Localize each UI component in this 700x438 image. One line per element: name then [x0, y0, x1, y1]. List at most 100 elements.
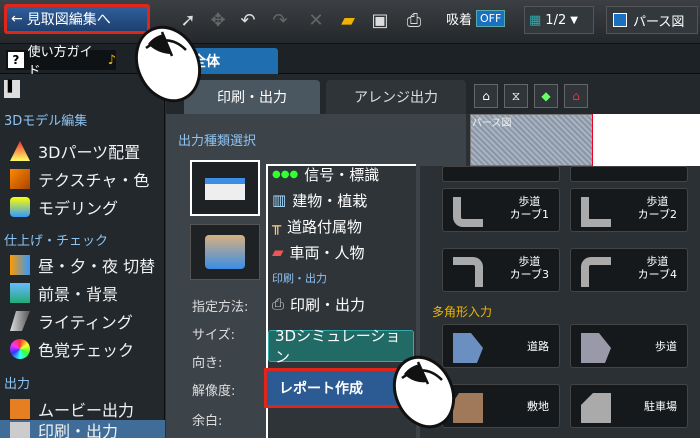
- sidebar-item-label: テクスチャ・色: [38, 171, 150, 190]
- output-type-label: 出力種類選択: [178, 134, 257, 149]
- light-icon: [10, 311, 30, 331]
- menu-item-label: 車両・人物: [289, 243, 365, 262]
- color-wheel-icon: [10, 339, 30, 359]
- usage-guide-button[interactable]: ? 使い方ガイド ♪: [6, 45, 116, 79]
- tile-label: 歩道 カーブ3: [509, 255, 549, 281]
- menu-item-print[interactable]: ⎙ 印刷・出力: [272, 292, 365, 316]
- field-orientation-label: 向き:: [192, 356, 223, 371]
- tile-label: 道路: [527, 340, 549, 353]
- sidebar-section-output: 出力: [4, 377, 31, 392]
- open-folder-icon[interactable]: ▰: [336, 8, 360, 32]
- sidewalk-curve1-tile[interactable]: 歩道 カーブ1: [442, 188, 560, 232]
- image-export-icon: [205, 235, 245, 269]
- daynight-icon: [10, 255, 30, 275]
- polygon-input-label: 多角形入力: [432, 305, 493, 319]
- background-icon: [10, 283, 30, 303]
- play-icon: [10, 399, 30, 419]
- delete-icon[interactable]: ✕: [304, 8, 328, 32]
- sidewalk-curve2-tile[interactable]: 歩道 カーブ2: [570, 188, 688, 232]
- sidebar-item-modeling[interactable]: モデリング: [10, 194, 118, 220]
- mouse-click-illustration-1: [134, 25, 202, 103]
- polygon-sidewalk-tile[interactable]: 歩道: [570, 324, 688, 368]
- help-icon: ?: [8, 52, 24, 68]
- sidebar-item-lighting[interactable]: ライティング: [10, 308, 133, 334]
- sidebar-item-3d-parts[interactable]: 3Dパーツ配置: [10, 138, 140, 164]
- polygon-parking-icon: [581, 393, 611, 423]
- menu-item-label: 建物・植栽: [292, 191, 368, 210]
- node-edit-icon[interactable]: ◆: [534, 84, 558, 108]
- snap-label: 吸着: [446, 13, 473, 28]
- redo-icon[interactable]: ↷: [268, 8, 292, 32]
- sidewalk-curve4-tile[interactable]: 歩道 カーブ4: [570, 248, 688, 292]
- road-tile-top-left[interactable]: [442, 166, 560, 182]
- arrow-left-icon: ←: [11, 11, 23, 27]
- perspective-label: パース図: [633, 14, 685, 30]
- save-icon[interactable]: ▣: [368, 8, 392, 32]
- sidebar-item-label: モデリング: [38, 199, 119, 218]
- menu-item-vehicles[interactable]: ▰ 車両・人物: [272, 240, 365, 264]
- road-tile-top-right[interactable]: [570, 166, 688, 182]
- report-button-label: レポート作成: [279, 381, 363, 397]
- move-icon[interactable]: ✥: [206, 8, 230, 32]
- perspective-preview-label: パース図: [472, 118, 512, 129]
- field-resolution-label: 解像度:: [192, 384, 236, 399]
- field-margin-label: 余白:: [192, 414, 223, 429]
- sidewalk-curve3-tile[interactable]: 歩道 カーブ3: [442, 248, 560, 292]
- chevron-down-icon: ▼: [570, 14, 578, 26]
- collapse-sidebar-icon[interactable]: ▌: [4, 80, 20, 98]
- tile-label: 歩道 カーブ4: [637, 255, 677, 281]
- sidebar-item-print[interactable]: 印刷・出力: [10, 422, 118, 438]
- output-printer-tile[interactable]: [190, 160, 260, 216]
- menu-section-output: 印刷・出力: [272, 272, 327, 285]
- sidebar-item-label: 前景・背景: [38, 285, 119, 304]
- undo-icon[interactable]: ↶: [236, 8, 260, 32]
- camera-view-icon[interactable]: ⌂: [474, 84, 498, 108]
- menu-item-buildings[interactable]: ▥ 建物・植栽: [272, 188, 367, 212]
- sidebar-item-color-check[interactable]: 色覚チェック: [10, 336, 134, 362]
- sidebar-item-label: 印刷・出力: [38, 422, 119, 438]
- back-button-label: 見取図編集へ: [26, 12, 111, 28]
- tab-print-label: 印刷・出力: [217, 90, 287, 106]
- field-size-label: サイズ:: [192, 328, 235, 343]
- snap-toggle[interactable]: 吸着 OFF: [446, 9, 506, 28]
- menu-item-road-fixtures[interactable]: ╥ 道路付属物: [272, 214, 362, 238]
- mouse-click-illustration-2: [392, 355, 456, 429]
- curve1-icon: [453, 197, 483, 227]
- tab-arrange-output[interactable]: アレンジ出力: [326, 80, 466, 114]
- print-icon[interactable]: ⎙: [402, 8, 426, 32]
- split-view-icon[interactable]: ⧖: [504, 84, 528, 108]
- bell-icon: ♪: [107, 52, 116, 68]
- printer-icon: [205, 178, 245, 200]
- sidebar-item-label: 3Dパーツ配置: [38, 143, 141, 162]
- sidebar-item-movie[interactable]: ムービー出力: [10, 396, 134, 422]
- field-method-label: 指定方法:: [192, 300, 249, 315]
- sidebar-item-label: 色覚チェック: [38, 341, 135, 360]
- perspective-icon: [613, 13, 627, 27]
- polygon-parking-tile[interactable]: 駐車場: [570, 384, 688, 428]
- curve3-icon: [453, 257, 483, 287]
- tile-label: 駐車場: [644, 400, 677, 413]
- sidebar-item-label: ムービー出力: [38, 401, 135, 420]
- signal-icon: ●●●: [272, 168, 299, 180]
- sidebar-item-background[interactable]: 前景・背景: [10, 280, 118, 306]
- road-fixture-icon: ╥: [272, 217, 282, 235]
- sidebar-item-texture[interactable]: テクスチャ・色: [10, 166, 149, 192]
- building-icon: ▥: [272, 191, 287, 209]
- house-view-icon[interactable]: ⌂: [564, 84, 588, 108]
- menu-item-label: 道路付属物: [287, 217, 363, 236]
- sidebar-item-daynight[interactable]: 昼・夕・夜 切替: [10, 252, 155, 278]
- car-icon: ▰: [272, 243, 284, 261]
- output-image-tile[interactable]: [190, 224, 260, 280]
- print-area-frame: [592, 114, 700, 166]
- snap-state-badge: OFF: [476, 10, 506, 27]
- cone-icon: [10, 141, 30, 161]
- printer-icon: ⎙: [272, 295, 285, 313]
- tab-arrange-label: アレンジ出力: [354, 90, 438, 106]
- tile-label: 歩道 カーブ1: [509, 195, 549, 221]
- sidebar-item-label: ライティング: [38, 313, 133, 332]
- menu-item-label: 信号・標識: [304, 165, 380, 184]
- perspective-button[interactable]: パース図: [606, 6, 698, 34]
- grid-select[interactable]: ▦ 1/2 ▼: [524, 6, 594, 34]
- sidebar-item-label: 昼・夕・夜 切替: [38, 257, 156, 276]
- menu-item-signals[interactable]: ●●● 信号・標識: [272, 164, 379, 184]
